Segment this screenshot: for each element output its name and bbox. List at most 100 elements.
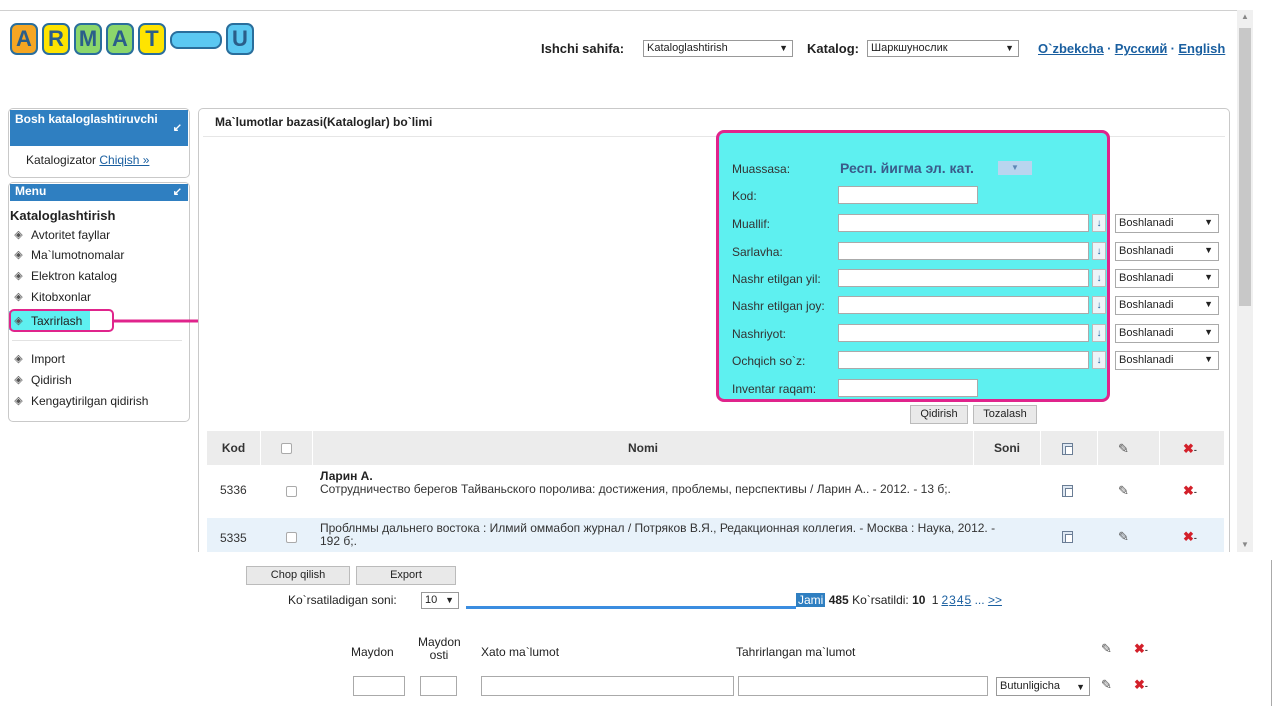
delete-icon[interactable]: ✖- [1183,530,1197,545]
page-link[interactable]: 2 [941,593,948,607]
row-nomi: Ларин А. Сотрудничество берегов Тайваньс… [320,470,1015,496]
chevron-down-icon: ▼ [1204,327,1213,337]
lang-russian-link[interactable]: Русский [1115,41,1168,56]
lang-uzbek-link[interactable]: O`zbekcha [1038,41,1104,56]
lang-english-link[interactable]: English [1178,41,1225,56]
down-arrow-icon[interactable]: ↓ [1092,269,1106,287]
chevron-down-icon: ▼ [779,43,788,53]
collapse-icon[interactable]: ↙ [173,186,182,199]
ochqich-input[interactable] [838,351,1089,369]
down-arrow-icon[interactable]: ↓ [1092,324,1106,342]
nashr-yil-input[interactable] [838,269,1089,287]
book-icon: ◈ [14,291,23,303]
page-link[interactable]: 5 [965,593,972,607]
match-value: Boshlanadi [1119,245,1174,257]
chevron-down-icon: ▼ [1204,245,1213,255]
ishchi-sahifa-value: Kataloglashtirish [647,42,728,54]
sarlavha-input[interactable] [838,242,1089,260]
col-header-kod[interactable]: Kod [207,431,260,465]
shown-value: 10 [912,593,926,607]
jami-label: Jami [796,593,826,607]
katalog-select[interactable]: Шаркшунослик ▼ [867,40,1019,57]
search-button[interactable]: Qidirish [910,405,968,424]
page-title: Ma`lumotlar bazasi(Kataloglar) bo`limi [215,115,433,129]
per-page-label: Ko`rsatiladigan soni: [288,593,397,607]
scroll-thumb[interactable] [1239,28,1251,306]
menu-item-import[interactable]: ◈ Import [12,352,65,366]
nashriyot-input[interactable] [838,324,1089,342]
maydon-osti-input[interactable] [420,676,457,696]
col-divider [1040,431,1041,465]
nashriyot-match-select[interactable]: Boshlanadi ▼ [1115,324,1219,343]
muallif-input[interactable] [838,214,1089,232]
book-icon: ◈ [14,270,23,282]
match-value: Boshlanadi [1119,354,1174,366]
menu-item-malumotnomalar[interactable]: ◈ Ma`lumotnomalar [12,248,124,262]
row-checkbox[interactable] [286,486,297,497]
edit-icon[interactable]: ✎ [1118,530,1129,544]
table-row[interactable]: 5336 Ларин А. Сотрудничество берегов Тай… [207,465,1224,518]
progress-bar [466,606,796,609]
menu-item-avtoritet[interactable]: ◈ Avtoritet fayllar [12,228,110,242]
delete-icon[interactable]: ✖- [1183,484,1197,499]
clear-button[interactable]: Tozalash [973,405,1037,424]
edit-icon[interactable]: ✎ [1101,678,1112,692]
ishchi-sahifa-select[interactable]: Kataloglashtirish ▼ [643,40,793,57]
scroll-up-arrow[interactable]: ▲ [1241,12,1249,21]
menu-item-kengaytirilgan[interactable]: ◈ Kengaytirilgan qidirish [12,394,148,408]
page-current[interactable]: 1 [932,593,939,607]
menu-item-kitobxonlar[interactable]: ◈ Kitobxonlar [12,290,91,304]
edit-icon[interactable]: ✎ [1118,484,1129,498]
highlight-box-taxrirlash [9,309,114,332]
page-link[interactable]: 4 [957,593,964,607]
copy-icon[interactable] [1062,485,1073,497]
menu-item-label: Import [31,352,66,366]
nashr-joy-input[interactable] [838,296,1089,314]
ochqich-match-select[interactable]: Boshlanadi ▼ [1115,351,1219,370]
match-value: Boshlanadi [1119,272,1174,284]
xato-input[interactable] [481,676,734,696]
tahrir-input[interactable] [738,676,988,696]
down-arrow-icon[interactable]: ↓ [1092,242,1106,260]
chevron-down-icon: ▼ [1005,43,1014,53]
user-role: Katalogizator [26,153,97,167]
chevron-down-icon: ▼ [998,161,1032,175]
row-title: Сотрудничество берегов Тайваньского поро… [320,482,951,496]
select-all-checkbox[interactable] [281,443,292,454]
per-page-select[interactable]: 10 ▼ [421,592,459,609]
next-page-link[interactable]: >> [988,593,1002,607]
down-arrow-icon[interactable]: ↓ [1092,296,1106,314]
kod-input[interactable] [838,186,978,204]
col-header-nomi[interactable]: Nomi [313,431,973,465]
menu-item-elektron-katalog[interactable]: ◈ Elektron katalog [12,269,117,283]
scroll-down-arrow[interactable]: ▼ [1241,540,1249,549]
mode-select[interactable]: Butunligicha ▼ [996,677,1090,696]
menu-item-qidirish[interactable]: ◈ Qidirish [12,373,71,387]
down-arrow-icon[interactable]: ↓ [1092,351,1106,369]
muassasa-label: Muassasa: [732,162,791,176]
nashr-joy-match-select[interactable]: Boshlanadi ▼ [1115,296,1219,315]
page-link[interactable]: 3 [949,593,956,607]
col-header-soni[interactable]: Soni [974,431,1040,465]
maydon-input[interactable] [353,676,405,696]
table-row[interactable]: 5335 Проблнмы дальнего востока : Илмий о… [207,518,1224,552]
muallif-match-select[interactable]: Boshlanadi ▼ [1115,214,1219,233]
logout-link[interactable]: Chiqish » [99,153,149,167]
chevron-down-icon: ▼ [1076,682,1085,692]
delete-icon[interactable]: ✖- [1134,678,1148,693]
collapse-icon[interactable]: ↙ [173,122,182,135]
row-checkbox[interactable] [286,532,297,543]
menu-divider [12,340,182,341]
muassasa-select[interactable]: Респ. йигма эл. кат. ▼ [838,156,1034,180]
nashr-yil-match-select[interactable]: Boshlanadi ▼ [1115,269,1219,288]
export-button[interactable]: Export [356,566,456,585]
sarlavha-match-select[interactable]: Boshlanadi ▼ [1115,242,1219,261]
logo-dash [170,31,222,49]
down-arrow-icon[interactable]: ↓ [1092,214,1106,232]
print-button[interactable]: Chop qilish [246,566,350,585]
copy-icon[interactable] [1062,531,1073,543]
page-scrollbar[interactable]: ▲ ▼ [1237,10,1253,552]
menu-item-label: Elektron katalog [31,269,118,283]
per-page-value: 10 [425,594,438,606]
inventar-input[interactable] [838,379,978,397]
